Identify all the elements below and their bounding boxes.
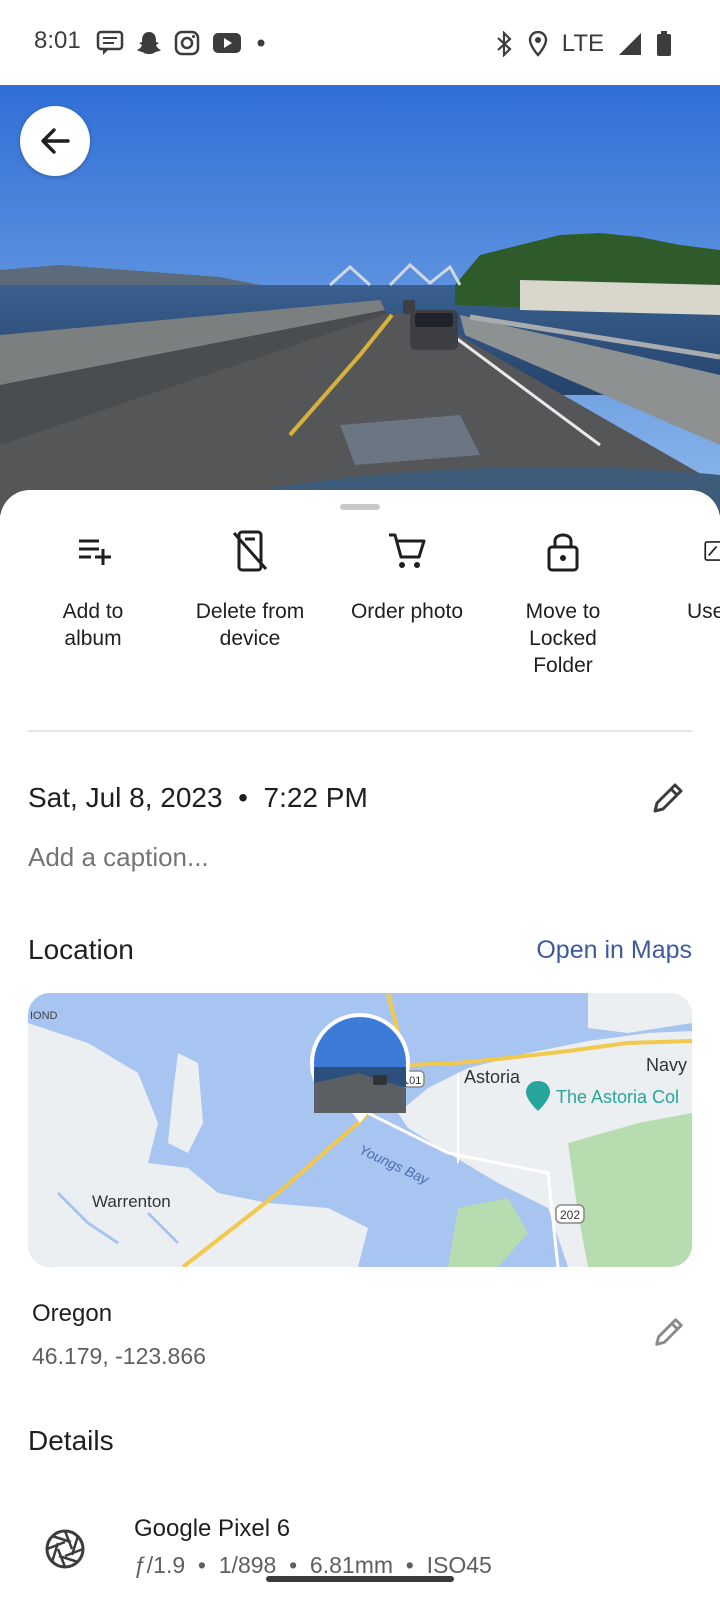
coordinates: 46.179, -123.866	[32, 1343, 206, 1369]
delete-from-device-button[interactable]: Delete from device	[175, 530, 325, 652]
map-label-edge: IOND	[30, 1010, 58, 1022]
place-name: Oregon	[32, 1300, 113, 1327]
open-in-maps-link[interactable]: Open in Maps	[536, 936, 692, 965]
order-photo-label: Order photo	[350, 600, 464, 623]
photo-image	[0, 85, 720, 515]
photo-date: Sat, Jul 8, 2023 • 7:22 PM	[28, 782, 368, 813]
move-to-locked-folder-label: Move to Locked Folder	[525, 600, 601, 677]
location-heading: Location	[28, 934, 134, 965]
arrow-back-icon	[41, 128, 70, 154]
delete-from-device-label: Delete from device	[195, 600, 305, 650]
dot-icon	[254, 36, 268, 50]
battery-icon	[656, 31, 672, 57]
snapchat-icon	[136, 30, 162, 56]
pencil-icon	[653, 783, 683, 813]
status-time: 8:01	[34, 27, 81, 54]
add-to-album-button[interactable]: Add to album	[18, 530, 168, 652]
camera-specs: ƒ/1.9 • 1/898 • 6.81mm • ISO45	[134, 1552, 492, 1578]
gesture-nav-bar[interactable]	[266, 1576, 454, 1582]
map-label-poi: The Astoria Col	[556, 1087, 679, 1107]
camera-model: Google Pixel 6	[134, 1515, 291, 1542]
use-as-label: Use	[687, 600, 720, 623]
action-row: Add to album Delete from device Order ph…	[0, 530, 720, 680]
pencil-icon	[655, 1318, 683, 1346]
location-map[interactable]: IOND Astoria Navy The Astoria Col Youngs…	[28, 993, 692, 1267]
signal-icon	[618, 32, 642, 56]
back-button[interactable]	[20, 106, 90, 176]
playlist-add-icon	[18, 530, 168, 572]
use-as-button[interactable]: Use	[645, 530, 720, 625]
bluetooth-icon	[494, 31, 514, 57]
order-photo-button[interactable]: Order photo	[332, 530, 482, 625]
location-icon	[528, 31, 548, 57]
add-to-album-label: Add to album	[62, 600, 124, 650]
delete-device-icon	[175, 530, 325, 572]
move-to-locked-folder-button[interactable]: Move to Locked Folder	[488, 530, 638, 679]
drag-handle[interactable]	[340, 504, 380, 510]
details-heading: Details	[28, 1425, 114, 1456]
map-image: IOND Astoria Navy The Astoria Col Youngs…	[28, 993, 692, 1267]
status-bar: 8:01 LTE	[0, 0, 720, 85]
instagram-icon	[174, 30, 200, 56]
divider	[28, 730, 692, 732]
cart-icon	[332, 530, 482, 572]
map-label-route202: 202	[560, 1208, 580, 1222]
map-label-astoria: Astoria	[464, 1067, 521, 1087]
edit-location-button[interactable]	[652, 1315, 686, 1354]
aperture-icon	[44, 1528, 86, 1575]
caption-input[interactable]: Add a caption...	[28, 842, 209, 873]
photo-preview[interactable]	[0, 85, 720, 515]
network-label: LTE	[561, 30, 604, 57]
map-label-navy: Navy	[646, 1055, 687, 1075]
youtube-icon	[212, 31, 242, 55]
map-label-warrenton: Warrenton	[92, 1192, 171, 1211]
use-as-icon	[645, 530, 720, 572]
edit-date-button[interactable]	[650, 780, 686, 821]
lock-icon	[488, 530, 638, 572]
message-icon	[96, 30, 124, 56]
